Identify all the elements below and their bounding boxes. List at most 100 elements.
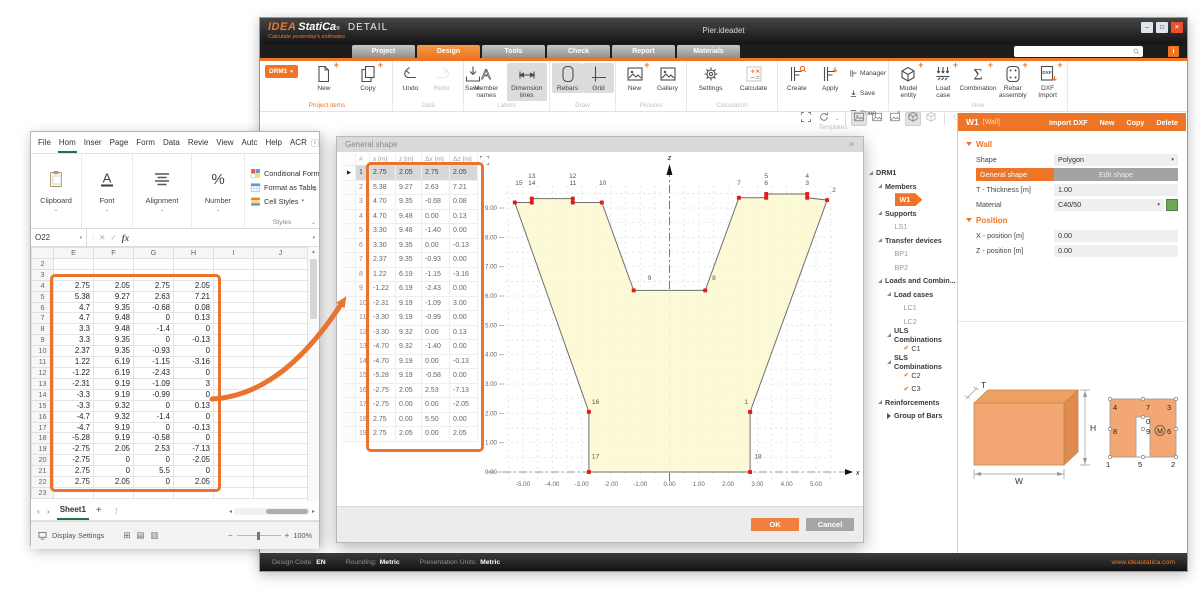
point-cell[interactable]: 6.19	[396, 268, 422, 283]
import-dxf-button[interactable]: Import DXF	[1049, 118, 1088, 127]
row-header-14[interactable]: 14	[32, 389, 54, 400]
point-cell[interactable]: 3.30	[370, 239, 396, 254]
point-cell[interactable]: 9.19	[396, 355, 422, 370]
cancel-button[interactable]: Cancel	[806, 518, 854, 532]
cell-F21[interactable]: 0	[94, 466, 134, 477]
view-cube-button[interactable]	[905, 112, 921, 126]
ribbon-item-apply[interactable]: Apply	[813, 63, 846, 94]
cell-G9[interactable]: 0	[134, 335, 174, 346]
row-header-19[interactable]: 19	[32, 444, 54, 455]
cell-H5[interactable]: 7.21	[174, 291, 214, 302]
ribbon-item-grid[interactable]: Grid	[583, 63, 614, 94]
ribbon-item-combination[interactable]: Σ+Combination	[961, 63, 996, 94]
ribbon-item-undo[interactable]: Undo	[395, 63, 426, 94]
shape-table-row-5[interactable]: 53.309.48-1.400.00	[343, 224, 478, 239]
point-cell[interactable]: 0.00	[396, 413, 422, 428]
point-cell[interactable]: -2.43	[422, 282, 450, 297]
point-cell[interactable]: -1.40	[422, 340, 450, 355]
cell-J22[interactable]	[254, 477, 308, 488]
excel-menu-data[interactable]: Data	[159, 132, 184, 153]
cell-F23[interactable]	[94, 487, 134, 498]
column-header-e[interactable]: E	[54, 248, 94, 259]
shape-table-row-1[interactable]: ▶12.752.052.752.05	[343, 166, 478, 181]
cell-J7[interactable]	[254, 313, 308, 324]
excel-menu-help[interactable]: Help	[262, 132, 286, 153]
excel-menu-inser[interactable]: Inser	[80, 132, 106, 153]
shape-table-row-14[interactable]: 14-4.709.190.00-0.13	[343, 355, 478, 370]
select-all-corner[interactable]	[32, 248, 54, 259]
point-cell[interactable]: 9.32	[396, 326, 422, 341]
point-cell[interactable]: 3.00	[450, 297, 478, 312]
row-header-6[interactable]: 6	[32, 302, 54, 313]
tree-item-loads-and-combin[interactable]: Loads and Combin...	[869, 274, 957, 288]
prop-z-position-m[interactable]: 0.00	[1054, 245, 1178, 257]
cell-G7[interactable]: 0	[134, 313, 174, 324]
point-cell[interactable]: 2.37	[370, 253, 396, 268]
cell-H11[interactable]: -3.16	[174, 357, 214, 368]
shape-table-row-19[interactable]: 192.752.050.002.05	[343, 427, 478, 442]
cell-E18[interactable]: -5.28	[54, 433, 94, 444]
cell-H4[interactable]: 2.05	[174, 280, 214, 291]
cell-E19[interactable]: -2.75	[54, 444, 94, 455]
cell-I17[interactable]	[214, 422, 254, 433]
point-cell[interactable]: 0.00	[450, 369, 478, 384]
cell-E23[interactable]	[54, 487, 94, 498]
ribbon-item-manager[interactable]: Manager	[849, 65, 886, 83]
cell-E7[interactable]: 4.7	[54, 313, 94, 324]
cell-J4[interactable]	[254, 280, 308, 291]
row-header-11[interactable]: 11	[32, 357, 54, 368]
cell-F18[interactable]: 9.19	[94, 433, 134, 444]
cell-H23[interactable]	[174, 487, 214, 498]
cell-F2[interactable]	[94, 258, 134, 269]
conditional-formatting-button[interactable]: Conditional Formatti	[250, 168, 317, 179]
cell-E20[interactable]: -2.75	[54, 455, 94, 466]
row-header-5[interactable]: 5	[32, 291, 54, 302]
row-header-16[interactable]: 16	[32, 411, 54, 422]
point-cell[interactable]: 0.00	[422, 355, 450, 370]
edit-material-button[interactable]	[1166, 199, 1178, 211]
point-cell[interactable]: 0.13	[450, 210, 478, 225]
excel-number-group[interactable]: % Number ⌄	[192, 154, 245, 228]
cell-I2[interactable]	[214, 258, 254, 269]
cell-G10[interactable]: -0.93	[134, 346, 174, 357]
cell-I22[interactable]	[214, 477, 254, 488]
cell-F22[interactable]: 2.05	[94, 477, 134, 488]
zoom-slider[interactable]	[237, 535, 281, 537]
cell-I14[interactable]	[214, 389, 254, 400]
more-icon[interactable]: ⋮	[113, 507, 120, 515]
cell-J16[interactable]	[254, 411, 308, 422]
expander-open-icon[interactable]	[878, 279, 882, 283]
point-cell[interactable]: -1.15	[422, 268, 450, 283]
cell-E16[interactable]: -4.7	[54, 411, 94, 422]
point-cell[interactable]: 0.00	[450, 413, 478, 428]
prop-material[interactable]: C40/50▾	[1054, 199, 1164, 211]
point-cell[interactable]: 6.19	[396, 282, 422, 297]
tree-item-transfer-devices[interactable]: Transfer devices	[869, 234, 957, 248]
point-cell[interactable]: -2.75	[370, 398, 396, 413]
cell-H14[interactable]: 0	[174, 389, 214, 400]
point-cell[interactable]: 0.00	[422, 210, 450, 225]
point-cell[interactable]: 4.70	[370, 195, 396, 210]
excel-font-group[interactable]: A Font ⌄	[82, 154, 133, 228]
cell-G23[interactable]	[134, 487, 174, 498]
expander-open-icon[interactable]	[887, 360, 891, 364]
row-header-21[interactable]: 21	[32, 466, 54, 477]
cell-F3[interactable]	[94, 269, 134, 280]
cell-F7[interactable]: 9.48	[94, 313, 134, 324]
zoom-slider-thumb[interactable]	[257, 532, 260, 540]
point-cell[interactable]: -1.09	[422, 297, 450, 312]
cell-H6[interactable]: 0.08	[174, 302, 214, 313]
point-cell[interactable]: 2.75	[370, 166, 396, 181]
cell-G3[interactable]	[134, 269, 174, 280]
zoom-in-icon[interactable]: +	[285, 531, 290, 540]
expander-open-icon[interactable]	[878, 184, 882, 188]
shape-table-row-4[interactable]: 44.709.480.000.13	[343, 210, 478, 225]
normal-view-icon[interactable]: ⊞	[123, 530, 130, 541]
excel-menu-view[interactable]: View	[212, 132, 237, 153]
point-cell[interactable]: 7.21	[450, 181, 478, 196]
point-cell[interactable]: 2.63	[422, 181, 450, 196]
check-icon[interactable]: ✔	[904, 385, 910, 393]
point-cell[interactable]: 5.50	[422, 413, 450, 428]
point-cell[interactable]: 3.30	[370, 224, 396, 239]
cell-E22[interactable]: 2.75	[54, 477, 94, 488]
